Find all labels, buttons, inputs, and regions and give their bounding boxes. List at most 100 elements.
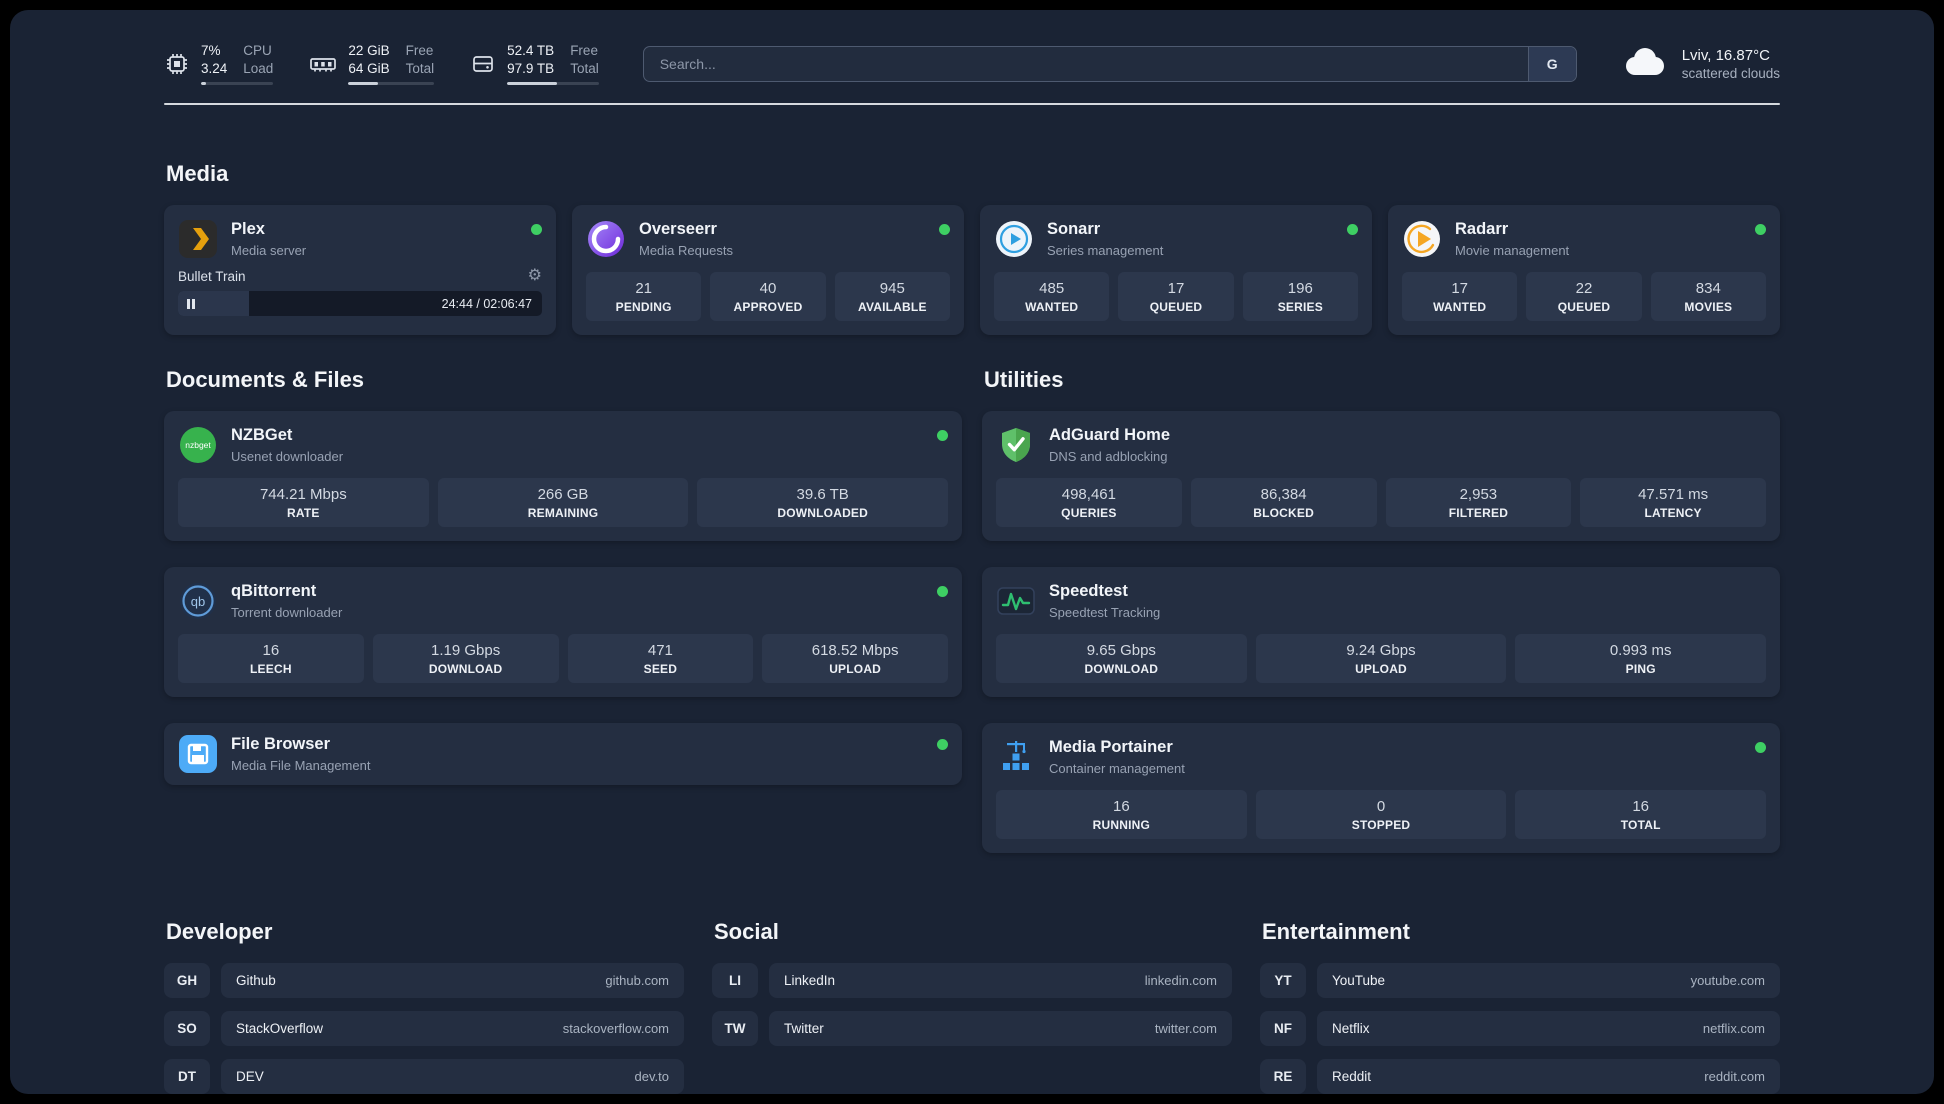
- ram-icon: [309, 51, 337, 77]
- app-card-radarr[interactable]: Radarr Movie management 17 WANTED 22 QUE…: [1388, 205, 1780, 336]
- filebrowser-icon: [178, 734, 218, 774]
- bookmark-link-dev[interactable]: DEV dev.to: [221, 1059, 684, 1094]
- stat-tile-download: 9.65 Gbps DOWNLOAD: [996, 634, 1247, 684]
- stat-label: PING: [1625, 662, 1656, 677]
- bookmark-group-title: Entertainment: [1262, 919, 1410, 945]
- bookmark-url: reddit.com: [1704, 1069, 1765, 1085]
- app-name: Plex: [231, 220, 265, 239]
- app-subtitle: Media Requests: [639, 242, 733, 258]
- app-card-overseerr[interactable]: Overseerr Media Requests 21 PENDING 40 A…: [572, 205, 964, 336]
- status-dot: [937, 739, 948, 751]
- bookmark-twitter: TW Twitter twitter.com: [712, 1011, 1232, 1047]
- pause-icon[interactable]: [187, 298, 195, 309]
- topbar-divider: [164, 103, 1780, 106]
- app-subtitle: Media File Management: [231, 757, 371, 773]
- stat-value: 1.19 Gbps: [431, 642, 501, 660]
- app-card-qbittorrent[interactable]: qb qBittorrent Torrent downloader 16 LEE…: [164, 567, 962, 698]
- bookmark-dev: DT DEV dev.to: [164, 1059, 684, 1094]
- app-name: File Browser: [231, 735, 331, 754]
- stat-label: SERIES: [1277, 300, 1323, 315]
- cpu-usage-value: 7%: [201, 43, 221, 58]
- bookmark-abbr: DT: [164, 1059, 210, 1094]
- bookmark-link-twitter[interactable]: Twitter twitter.com: [769, 1011, 1232, 1047]
- stat-value: 834: [1695, 280, 1721, 298]
- plex-icon: [178, 219, 218, 259]
- app-card-adguard[interactable]: AdGuard Home DNS and adblocking 498,461 …: [982, 411, 1780, 542]
- app-name: Overseerr: [639, 220, 717, 239]
- stat-label: TOTAL: [1620, 818, 1661, 833]
- ram-total-value: 64 GiB: [348, 60, 390, 76]
- bookmark-abbr: GH: [164, 963, 210, 999]
- app-card-portainer[interactable]: Media Portainer Container management 16 …: [982, 723, 1780, 854]
- app-card-sonarr[interactable]: Sonarr Series management 485 WANTED 17 Q…: [980, 205, 1372, 336]
- stat-label: RATE: [287, 506, 320, 521]
- system-stats: 7% 3.24 CPU Load 22 GiB 64 GiB Free Tota…: [164, 42, 599, 86]
- bookmark-link-reddit[interactable]: Reddit reddit.com: [1317, 1059, 1780, 1094]
- stat-tile-seed: 471 SEED: [567, 634, 754, 684]
- adguard-icon: [996, 425, 1036, 465]
- disk-progress-track: [507, 82, 599, 86]
- stat-value: 471: [647, 642, 673, 660]
- ram-label-top: Free: [405, 43, 434, 58]
- stat-label: QUEUED: [1149, 300, 1203, 315]
- app-card-filebrowser[interactable]: File Browser Media File Management: [164, 723, 962, 786]
- bookmark-link-github[interactable]: Github github.com: [221, 963, 684, 999]
- stat-value: 17: [1451, 280, 1468, 298]
- stat-label: LEECH: [250, 662, 292, 677]
- stat-value: 618.52 Mbps: [811, 642, 899, 660]
- ram-progress-fill: [348, 82, 378, 86]
- bookmark-stackoverflow: SO StackOverflow stackoverflow.com: [164, 1011, 684, 1047]
- bookmark-name: StackOverflow: [236, 1021, 324, 1037]
- stat-tile-running: 16 RUNNING: [996, 790, 1247, 840]
- speedtest-icon: [996, 581, 1036, 621]
- status-dot: [939, 224, 950, 236]
- bookmark-link-stackoverflow[interactable]: StackOverflow stackoverflow.com: [221, 1011, 684, 1047]
- stat-label: QUEUED: [1557, 300, 1611, 315]
- stat-value: 22: [1575, 280, 1593, 298]
- app-name: qBittorrent: [231, 582, 317, 601]
- disk-label-bottom: Total: [570, 60, 599, 76]
- stat-value: 0: [1376, 798, 1386, 816]
- stat-label: WANTED: [1025, 300, 1079, 315]
- stat-label: LATENCY: [1644, 506, 1702, 521]
- bookmark-linkedin: LI LinkedIn linkedin.com: [712, 963, 1232, 999]
- app-subtitle: Usenet downloader: [231, 448, 344, 464]
- stat-label: RUNNING: [1092, 818, 1151, 833]
- weather-location: Lviv, 16.87°C: [1681, 46, 1770, 64]
- bookmark-link-youtube[interactable]: YouTube youtube.com: [1317, 963, 1780, 999]
- stat-label: DOWNLOADED: [777, 506, 869, 521]
- bookmark-url: stackoverflow.com: [562, 1021, 669, 1037]
- search-input[interactable]: [643, 46, 1528, 81]
- stat-tile-approved: 40 APPROVED: [710, 272, 826, 322]
- cpu-icon: [164, 51, 190, 77]
- stat-value: 2,953: [1459, 486, 1498, 504]
- utilities-section-title: Utilities: [984, 367, 1064, 393]
- stat-value: 945: [879, 280, 905, 298]
- stat-tile-upload: 618.52 Mbps UPLOAD: [762, 634, 948, 684]
- stat-label: BLOCKED: [1253, 506, 1314, 521]
- playback-time: 24:44 / 02:06:47: [441, 296, 532, 311]
- bookmark-link-linkedin[interactable]: LinkedIn linkedin.com: [769, 963, 1232, 999]
- bookmarks-area: Developer GH Github github.com SO StackO…: [164, 919, 1780, 1094]
- app-card-nzbget[interactable]: nzbget NZBGet Usenet downloader 744.21 M…: [164, 411, 962, 542]
- ram-stat-widget: 22 GiB 64 GiB Free Total: [309, 42, 435, 86]
- stat-label: DOWNLOAD: [428, 662, 503, 677]
- bookmark-link-netflix[interactable]: Netflix netflix.com: [1317, 1011, 1780, 1047]
- disk-icon: [470, 51, 496, 77]
- stat-label: AVAILABLE: [857, 300, 927, 315]
- stat-tile-pending: 21 PENDING: [586, 272, 702, 322]
- settings-icon[interactable]: ⚙: [528, 268, 542, 284]
- nzbget-icon: nzbget: [178, 425, 218, 465]
- app-card-plex[interactable]: Plex Media server Bullet Train ⚙ 24:44 /…: [164, 205, 556, 336]
- search-engine-button[interactable]: G: [1527, 46, 1576, 81]
- playback-progress-bar[interactable]: 24:44 / 02:06:47: [178, 291, 542, 317]
- app-name: Speedtest: [1049, 582, 1128, 601]
- stat-tile-series: 196 SERIES: [1242, 272, 1358, 322]
- topbar: 7% 3.24 CPU Load 22 GiB 64 GiB Free Tota…: [164, 10, 1780, 86]
- stat-tile-queued: 22 QUEUED: [1526, 272, 1642, 322]
- overseerr-icon: [586, 219, 626, 259]
- stat-label: FILTERED: [1448, 506, 1509, 521]
- media-section: Media Plex Media server Bullet Train ⚙ 2…: [164, 161, 1780, 336]
- app-card-speedtest[interactable]: Speedtest Speedtest Tracking 9.65 Gbps D…: [982, 567, 1780, 698]
- bookmark-name: Reddit: [1332, 1069, 1372, 1085]
